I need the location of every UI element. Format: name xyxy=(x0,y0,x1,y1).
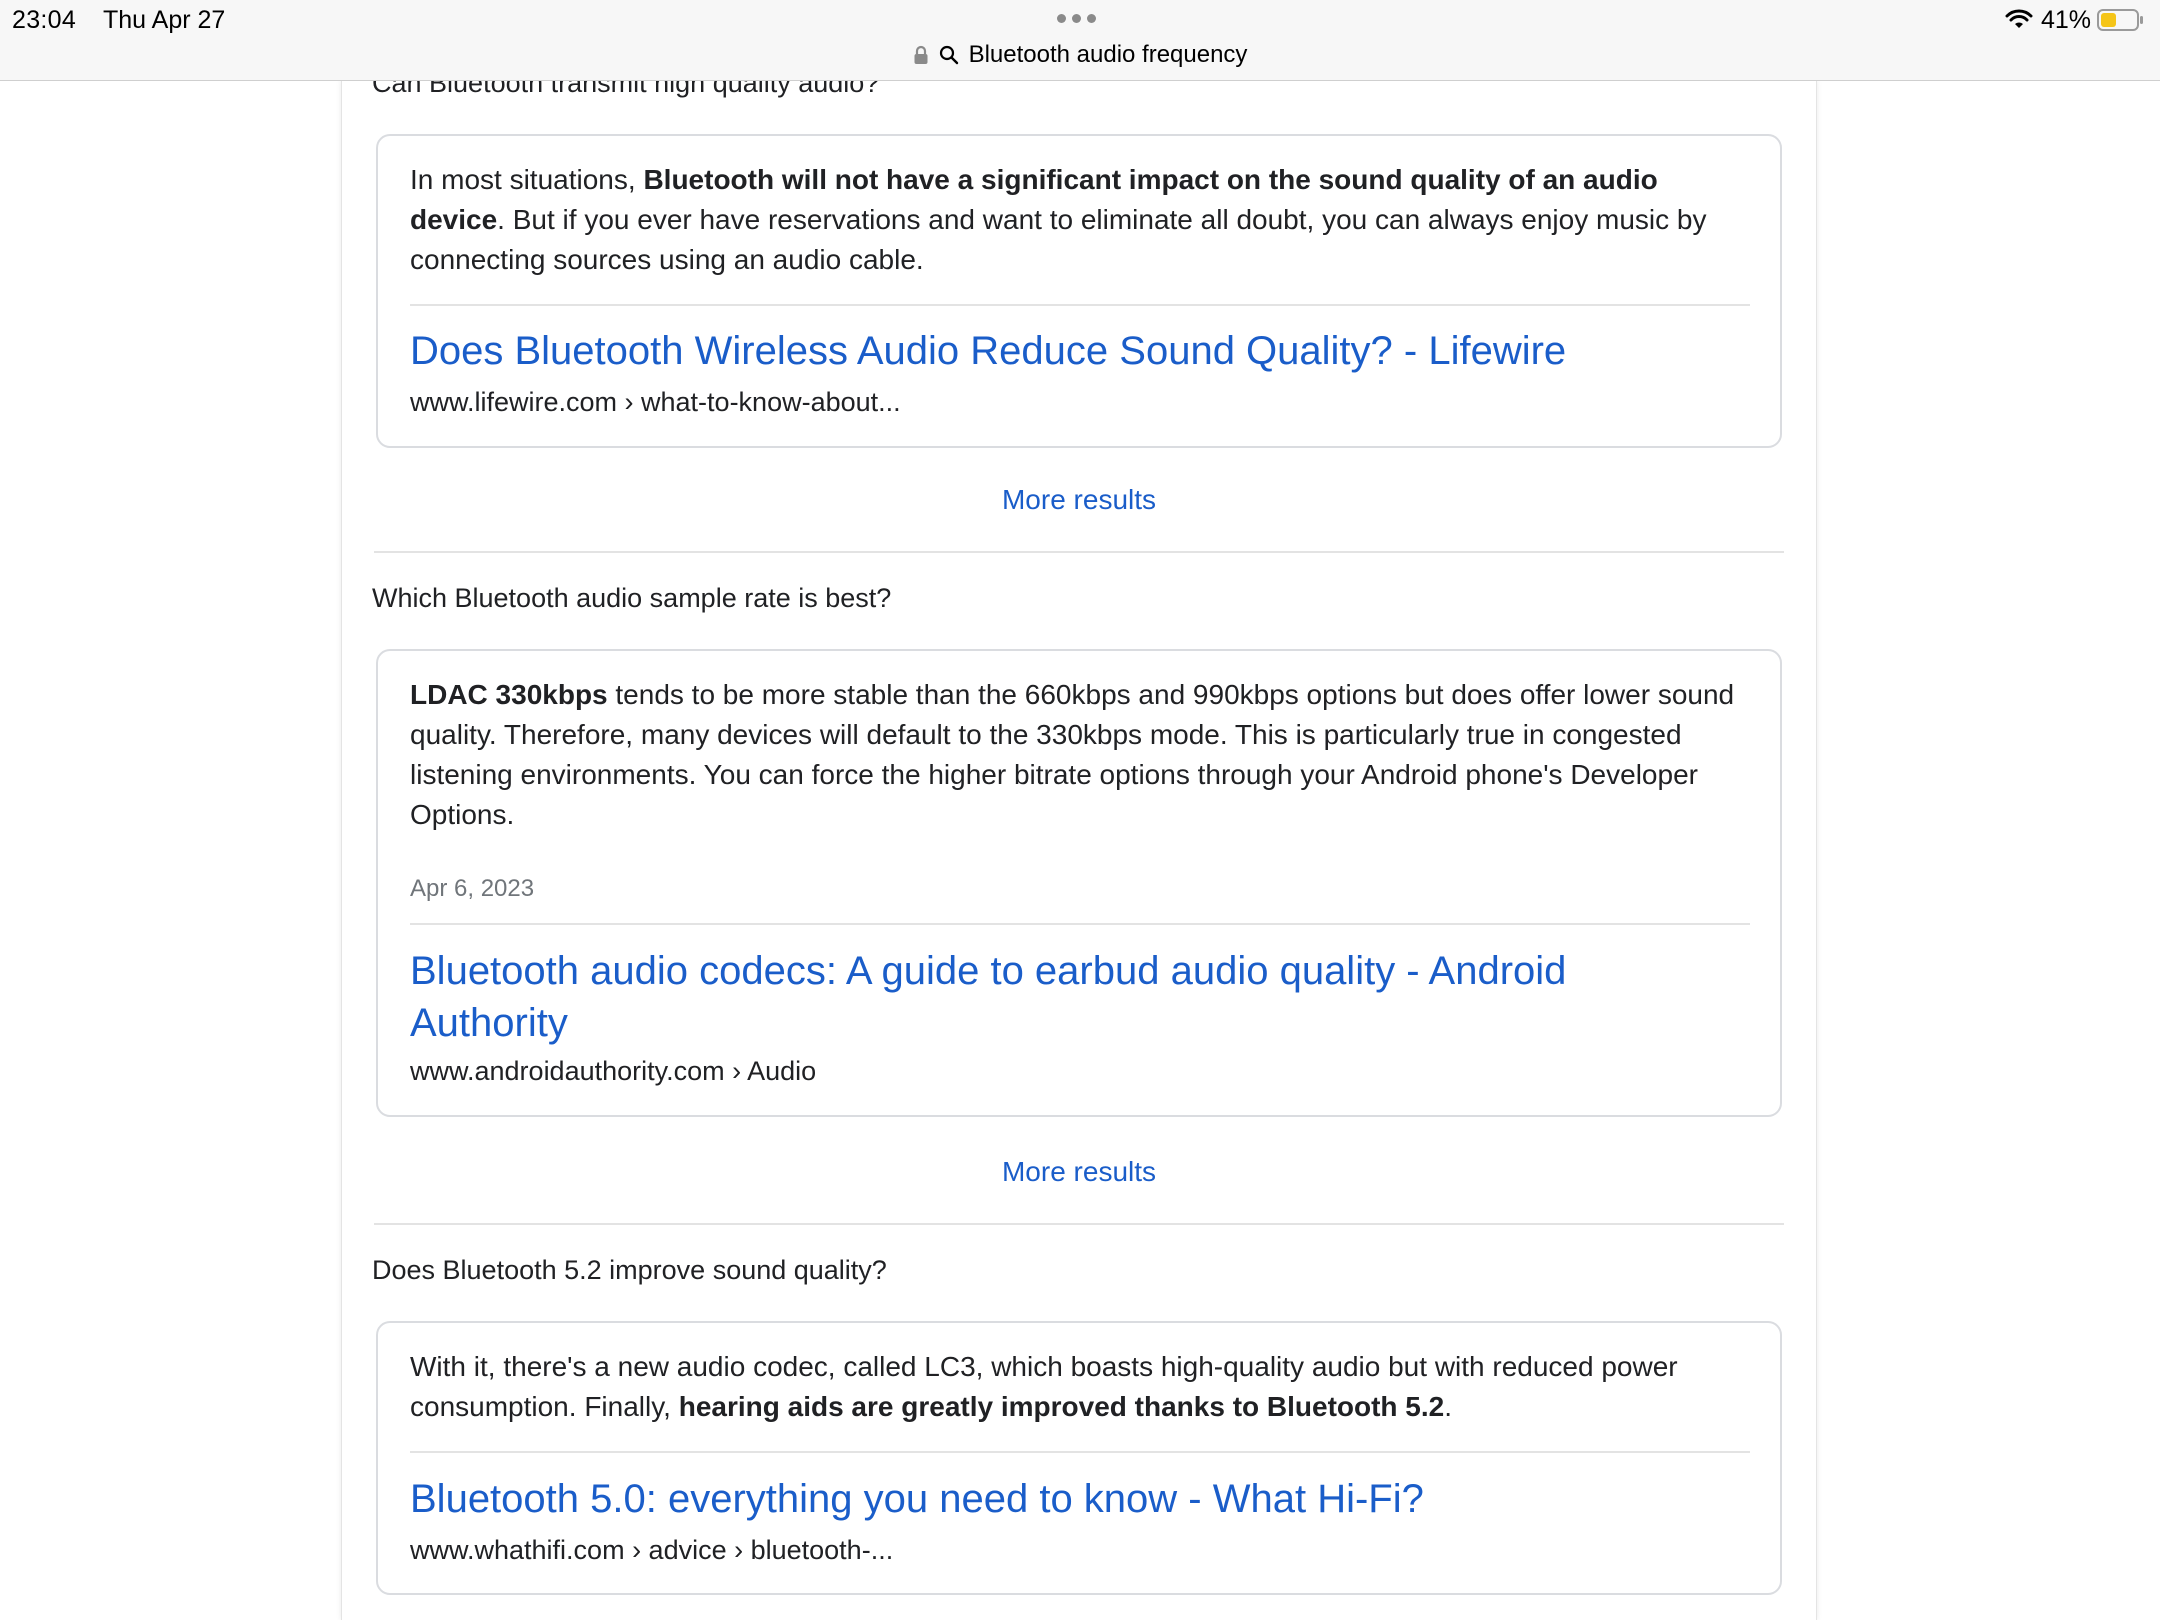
status-date: Thu Apr 27 xyxy=(103,6,226,34)
question-heading[interactable]: Which Bluetooth audio sample rate is bes… xyxy=(372,583,891,614)
status-time: 23:04 xyxy=(12,6,77,34)
question-heading[interactable]: Does Bluetooth 5.2 improve sound quality… xyxy=(372,1255,887,1286)
result-title-link[interactable]: Bluetooth audio codecs: A guide to earbu… xyxy=(410,945,1710,1049)
lock-icon xyxy=(914,45,928,64)
snippet-text: . xyxy=(1444,1391,1453,1422)
section-divider xyxy=(374,551,1784,553)
wifi-icon xyxy=(2005,9,2033,28)
result-url: www.whathifi.com › advice › bluetooth-..… xyxy=(410,1535,894,1565)
status-bar: 23:04 Thu Apr 27 41% Bluetooth audio fre… xyxy=(0,0,2160,81)
more-results-link[interactable]: More results xyxy=(342,1156,1816,1188)
answer-card: LDAC 330kbps tends to be more stable tha… xyxy=(376,649,1782,1117)
more-results-link[interactable]: More results xyxy=(342,484,1816,516)
answer-card: In most situations, Bluetooth will not h… xyxy=(376,134,1782,448)
results-column: Can Bluetooth transmit high quality audi… xyxy=(342,68,1816,1620)
answer-snippet: In most situations, Bluetooth will not h… xyxy=(410,160,1750,280)
battery-icon xyxy=(2097,9,2143,31)
battery-percent: 41% xyxy=(2041,6,2092,34)
address-bar[interactable]: Bluetooth audio frequency xyxy=(0,38,2160,72)
card-divider xyxy=(410,923,1750,925)
card-divider xyxy=(410,304,1750,306)
result-url: www.androidauthority.com › Audio xyxy=(410,1056,817,1086)
search-icon xyxy=(939,45,958,65)
url-text: Bluetooth audio frequency xyxy=(968,41,1248,68)
result-url: www.lifewire.com › what-to-know-about... xyxy=(410,387,901,417)
snippet-text: In most situations, xyxy=(410,164,644,195)
answer-card: With it, there's a new audio codec, call… xyxy=(376,1321,1782,1595)
snippet-bold-text: hearing aids are greatly improved thanks… xyxy=(678,1391,1445,1422)
result-title-link[interactable]: Does Bluetooth Wireless Audio Reduce Sou… xyxy=(410,325,1710,377)
answer-snippet: LDAC 330kbps tends to be more stable tha… xyxy=(410,675,1750,835)
section-divider xyxy=(374,1223,1784,1225)
snippet-date: Apr 6, 2023 xyxy=(410,875,535,902)
more-dots-icon[interactable] xyxy=(1057,14,1096,23)
snippet-text: tends to be more stable than the 660kbps… xyxy=(410,679,1735,830)
snippet-bold-text: LDAC 330kbps xyxy=(410,679,608,710)
card-divider xyxy=(410,1451,1750,1453)
result-title-link[interactable]: Bluetooth 5.0: everything you need to kn… xyxy=(410,1473,1710,1525)
answer-snippet: With it, there's a new audio codec, call… xyxy=(410,1347,1750,1427)
snippet-text: . But if you ever have reservations and … xyxy=(410,204,1707,275)
